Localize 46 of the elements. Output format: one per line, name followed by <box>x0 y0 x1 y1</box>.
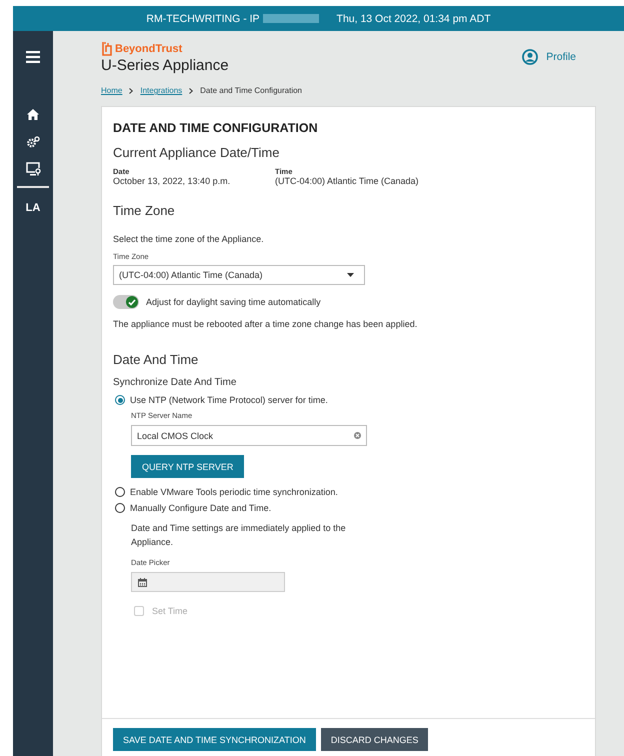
note-text: Date and Time settings are immediately applied to the Appliance. <box>131 522 347 549</box>
breadcrumb-current: Date and Time Configuration <box>200 86 302 95</box>
profile-link[interactable]: Profile <box>546 51 576 63</box>
chevron-icon <box>189 88 194 94</box>
time-zone-select[interactable]: (UTC-04:00) Atlantic Time (Canada) <box>113 265 365 285</box>
host-label: RM-TECHWRITING - IP <box>146 12 260 24</box>
monitor-icon[interactable] <box>26 162 40 176</box>
radio-label: Use NTP (Network Time Protocol) server for time. <box>130 395 328 405</box>
field-value: October 13, 2022, 13:40 p.m. <box>113 176 232 186</box>
save-button[interactable]: SAVE DATE AND TIME SYNCHRONIZATION <box>113 728 316 751</box>
toggle-label: Adjust for daylight saving time automatically <box>146 297 321 307</box>
breadcrumb-link[interactable]: Integrations <box>140 86 182 95</box>
description-text: Select the time zone of the Appliance. <box>113 234 264 244</box>
toggle-switch[interactable] <box>113 295 139 309</box>
field-value: (UTC-04:00) Atlantic Time (Canada) <box>275 176 419 186</box>
home-icon[interactable] <box>27 109 39 120</box>
radio-button[interactable] <box>115 487 125 497</box>
product-title: U-Series Appliance <box>101 57 229 74</box>
note-text: The appliance must be rebooted after a time zone change has been applied. <box>113 319 418 329</box>
radio-button[interactable] <box>115 503 125 513</box>
logo-icon <box>101 41 112 56</box>
discard-button[interactable]: DISCARD CHANGES <box>320 728 428 751</box>
chevron-icon <box>129 88 134 94</box>
section-heading: Current Appliance Date/Time <box>113 145 280 160</box>
gears-icon[interactable] <box>26 136 40 148</box>
menu-icon[interactable] <box>26 51 40 63</box>
ntp-server-field[interactable]: Local CMOS Clock <box>131 425 367 446</box>
check-icon <box>128 298 136 306</box>
breadcrumb-link[interactable]: Home <box>101 86 122 95</box>
user-icon[interactable] <box>522 49 538 65</box>
sidebar-item[interactable]: LA <box>26 202 40 214</box>
date-time-label: Thu, 13 Oct 2022, 01:34 pm ADT <box>336 12 491 24</box>
date-picker-field[interactable] <box>131 572 285 592</box>
checkbox-label: Set Time <box>152 606 188 616</box>
calendar-icon <box>138 578 147 586</box>
clear-icon[interactable] <box>354 432 361 439</box>
section-heading: Date And Time <box>113 352 198 367</box>
radio-button[interactable] <box>115 395 125 405</box>
subsection-heading: Synchronize Date And Time <box>113 377 236 388</box>
section-heading: Time Zone <box>113 203 175 218</box>
query-ntp-button[interactable]: QUERY NTP SERVER <box>131 455 244 478</box>
page-title: DATE AND TIME CONFIGURATION <box>113 121 318 135</box>
radio-label: Enable VMware Tools periodic time synchronization. <box>130 487 338 497</box>
radio-label: Manually Configure Date and Time. <box>130 503 272 513</box>
brand-name: BeyondTrust <box>115 42 182 54</box>
caret-icon <box>347 273 354 277</box>
